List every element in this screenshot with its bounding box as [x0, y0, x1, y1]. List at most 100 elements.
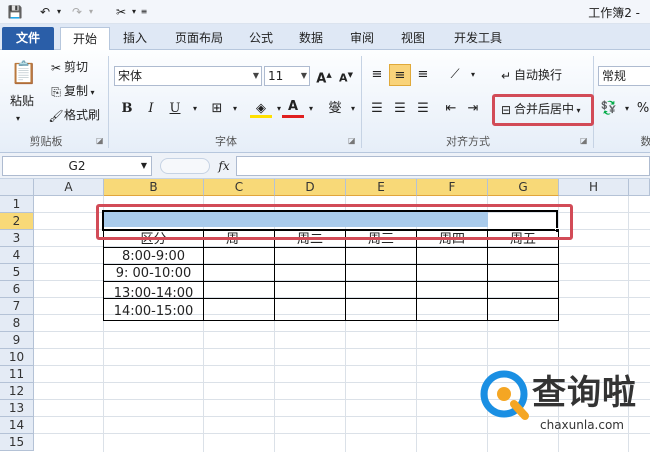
font-color-dropdown-icon[interactable]: ▾: [300, 98, 322, 120]
align-top-icon[interactable]: ≡: [366, 64, 388, 86]
row-header-14[interactable]: 14: [0, 417, 34, 434]
wrap-text-icon: ↵: [500, 68, 512, 83]
time-slot-cell[interactable]: 8:00-9:00: [104, 248, 203, 265]
row-header-2[interactable]: 2: [0, 213, 34, 230]
row-header-9[interactable]: 9: [0, 332, 34, 349]
undo-icon[interactable]: ↶: [36, 4, 54, 20]
row-header-15[interactable]: 15: [0, 434, 34, 451]
column-header-partial[interactable]: [629, 179, 650, 196]
merge-center-highlight: [492, 94, 594, 126]
row-header-7[interactable]: 7: [0, 298, 34, 315]
row-header-1[interactable]: 1: [0, 196, 34, 213]
column-header-h[interactable]: H: [559, 179, 629, 196]
column-header-d[interactable]: D: [275, 179, 346, 196]
align-center-icon[interactable]: ☰: [389, 98, 411, 120]
tools-icon[interactable]: ✂: [112, 4, 130, 20]
row-header-10[interactable]: 10: [0, 349, 34, 366]
font-size-select[interactable]: 11 ▼: [264, 66, 310, 86]
table-border: [558, 230, 559, 321]
name-box[interactable]: G2 ▼: [2, 156, 152, 176]
column-header-c[interactable]: C: [204, 179, 275, 196]
borders-dropdown-icon[interactable]: ▾: [224, 98, 246, 120]
alignment-launcher-icon[interactable]: ◪: [580, 136, 588, 145]
redo-dropdown-icon[interactable]: ▾: [87, 4, 95, 20]
row-header-4[interactable]: 4: [0, 247, 34, 264]
time-slot-cell[interactable]: 14:00-15:00: [104, 303, 203, 320]
undo-dropdown-icon[interactable]: ▾: [55, 4, 63, 20]
brush-icon: 🖌: [48, 108, 64, 123]
row-header-5[interactable]: 5: [0, 264, 34, 281]
save-icon[interactable]: 💾: [6, 4, 24, 20]
copy-dropdown-icon[interactable]: ▾: [88, 88, 95, 97]
gridline: [628, 196, 629, 452]
tab-insert[interactable]: 插入: [116, 27, 154, 50]
tab-view[interactable]: 视图: [394, 27, 432, 50]
group-label-number: 数: [640, 135, 650, 148]
decrease-font-icon[interactable]: A▼: [335, 64, 357, 86]
italic-button[interactable]: I: [140, 98, 162, 120]
time-slot-cell[interactable]: 13:00-14:00: [104, 285, 203, 302]
align-left-icon[interactable]: ☰: [366, 98, 388, 120]
format-painter-button[interactable]: 🖌格式刷: [48, 106, 100, 124]
align-right-icon[interactable]: ☰: [412, 98, 434, 120]
percent-button[interactable]: %: [632, 98, 650, 120]
gridline: [34, 365, 650, 366]
orientation-dropdown-icon[interactable]: ▾: [462, 64, 484, 86]
column-header-a[interactable]: A: [34, 179, 104, 196]
underline-dropdown-icon[interactable]: ▾: [184, 98, 206, 120]
font-name-select[interactable]: 宋体 ▼: [114, 66, 262, 86]
tab-page-layout[interactable]: 页面布局: [168, 27, 230, 50]
window-title: 工作簿2 -: [588, 6, 640, 20]
copy-button[interactable]: ⎘ 复制 ▾: [48, 82, 95, 102]
group-label-font: 字体: [215, 135, 237, 148]
row-header-6[interactable]: 6: [0, 281, 34, 298]
group-label-alignment: 对齐方式: [446, 135, 490, 148]
tab-review[interactable]: 审阅: [343, 27, 381, 50]
row-header-12[interactable]: 12: [0, 383, 34, 400]
column-header-f[interactable]: F: [417, 179, 488, 196]
gridline: [34, 348, 650, 349]
paste-dropdown-icon[interactable]: ▾: [16, 110, 20, 128]
tools-dropdown-icon[interactable]: ▾: [130, 4, 138, 20]
number-format-select[interactable]: 常规: [598, 66, 650, 86]
row-2-highlight: [96, 204, 573, 240]
bold-button[interactable]: B: [116, 98, 138, 120]
separator: [108, 56, 109, 148]
tab-formulas[interactable]: 公式: [242, 27, 280, 50]
time-slot-cell[interactable]: 9: 00-10:00: [104, 265, 203, 282]
table-border: [103, 320, 559, 321]
chevron-down-icon: ▼: [300, 71, 307, 80]
increase-indent-icon[interactable]: ⇥: [462, 98, 484, 120]
redo-icon[interactable]: ↷: [68, 4, 86, 20]
paste-button[interactable]: 粘贴: [10, 92, 34, 110]
gridline: [34, 416, 650, 417]
align-middle-icon[interactable]: ≡: [389, 64, 411, 86]
align-bottom-icon[interactable]: ≡: [412, 64, 434, 86]
column-header-g[interactable]: G: [488, 179, 559, 196]
row-header-11[interactable]: 11: [0, 366, 34, 383]
row-header-3[interactable]: 3: [0, 230, 34, 247]
row-header-8[interactable]: 8: [0, 315, 34, 332]
underline-button[interactable]: U: [164, 98, 186, 120]
formula-bar: G2 ▼ fx: [0, 153, 650, 179]
row-header-13[interactable]: 13: [0, 400, 34, 417]
decrease-indent-icon[interactable]: ⇤: [440, 98, 462, 120]
cut-button[interactable]: ✂ 剪切: [48, 58, 88, 76]
tab-developer[interactable]: 开发工具: [446, 27, 510, 50]
font-launcher-icon[interactable]: ◪: [348, 136, 356, 145]
select-all-corner[interactable]: [0, 179, 34, 196]
scissors-icon: ✂: [50, 60, 62, 75]
column-header-b[interactable]: B: [104, 179, 204, 196]
column-header-e[interactable]: E: [346, 179, 417, 196]
wrap-text-button[interactable]: ↵ 自动换行: [498, 66, 562, 84]
paste-icon[interactable]: 📋: [10, 60, 38, 88]
insert-function-icon[interactable]: fx: [214, 157, 234, 175]
increase-font-icon[interactable]: A▲: [313, 64, 335, 86]
tab-data[interactable]: 数据: [292, 27, 330, 50]
tab-home[interactable]: 开始: [60, 27, 110, 50]
chevron-down-icon: ▼: [140, 161, 147, 170]
formula-input[interactable]: [236, 156, 650, 176]
customize-toolbar-icon[interactable]: ≡: [140, 4, 148, 20]
tab-file[interactable]: 文件: [2, 27, 54, 50]
clipboard-launcher-icon[interactable]: ◪: [96, 136, 104, 145]
